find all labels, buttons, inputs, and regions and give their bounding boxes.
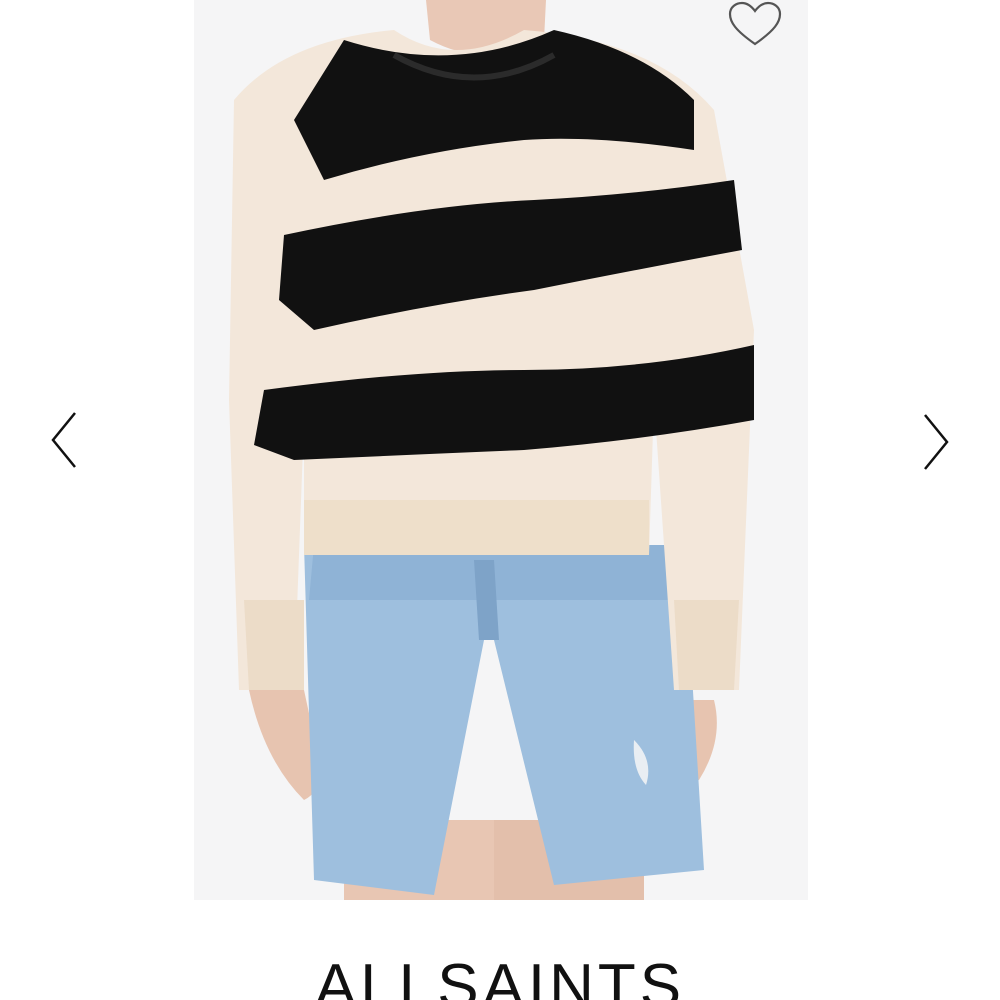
next-image-button[interactable] [915, 405, 955, 475]
chevron-right-icon [924, 414, 949, 470]
product-image[interactable] [194, 0, 808, 900]
brand-name: ALLSAINTS [314, 952, 686, 1000]
previous-image-button[interactable] [45, 405, 85, 475]
wishlist-button[interactable] [725, 0, 785, 50]
product-photo [194, 0, 808, 900]
product-page: ALLSAINTS [0, 0, 1000, 1000]
heart-icon [728, 1, 782, 46]
chevron-left-icon [51, 412, 76, 468]
